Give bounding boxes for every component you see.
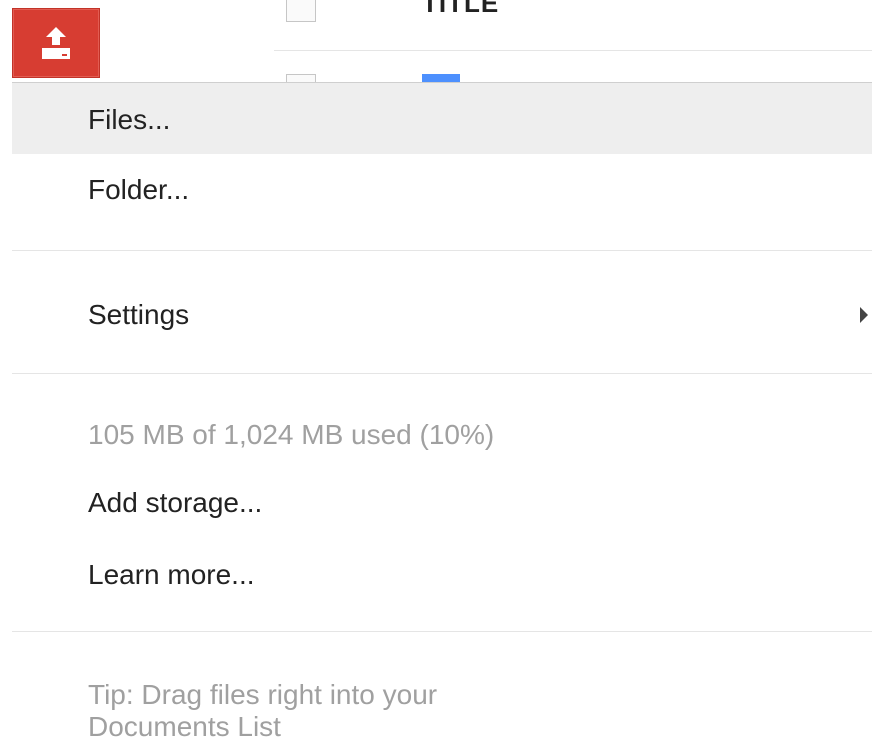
menu-item-learn-more-label: Learn more... bbox=[88, 559, 255, 590]
row-checkbox[interactable] bbox=[286, 74, 316, 82]
document-icon bbox=[422, 74, 460, 82]
menu-item-files-label: Files... bbox=[88, 104, 171, 135]
menu-divider bbox=[12, 250, 872, 251]
menu-item-learn-more[interactable]: Learn more... bbox=[12, 545, 872, 605]
menu-item-files[interactable]: Files... bbox=[12, 83, 872, 154]
menu-item-add-storage-label: Add storage... bbox=[88, 487, 263, 518]
menu-item-folder-label: Folder... bbox=[88, 174, 190, 205]
list-header bbox=[274, 0, 872, 51]
app-root: TITLE Files... Folder... Settings 105 MB… bbox=[0, 0, 872, 741]
upload-icon bbox=[42, 27, 70, 59]
storage-usage-text: 105 MB of 1,024 MB used (10%) bbox=[88, 419, 495, 450]
menu-item-settings-label: Settings bbox=[88, 299, 190, 330]
submenu-arrow-icon bbox=[860, 307, 868, 323]
menu-divider bbox=[12, 373, 872, 374]
upload-menu: Files... Folder... Settings 105 MB of 1,… bbox=[12, 82, 872, 741]
title-column-header[interactable]: TITLE bbox=[422, 0, 499, 16]
menu-item-folder[interactable]: Folder... bbox=[12, 154, 872, 226]
menu-divider bbox=[12, 631, 872, 632]
select-all-checkbox[interactable] bbox=[286, 0, 316, 22]
tip-text: Tip: Drag files right into your Document… bbox=[88, 679, 438, 741]
menu-item-add-storage[interactable]: Add storage... bbox=[12, 473, 872, 533]
menu-item-settings[interactable]: Settings bbox=[12, 279, 872, 351]
upload-button[interactable] bbox=[12, 8, 100, 78]
